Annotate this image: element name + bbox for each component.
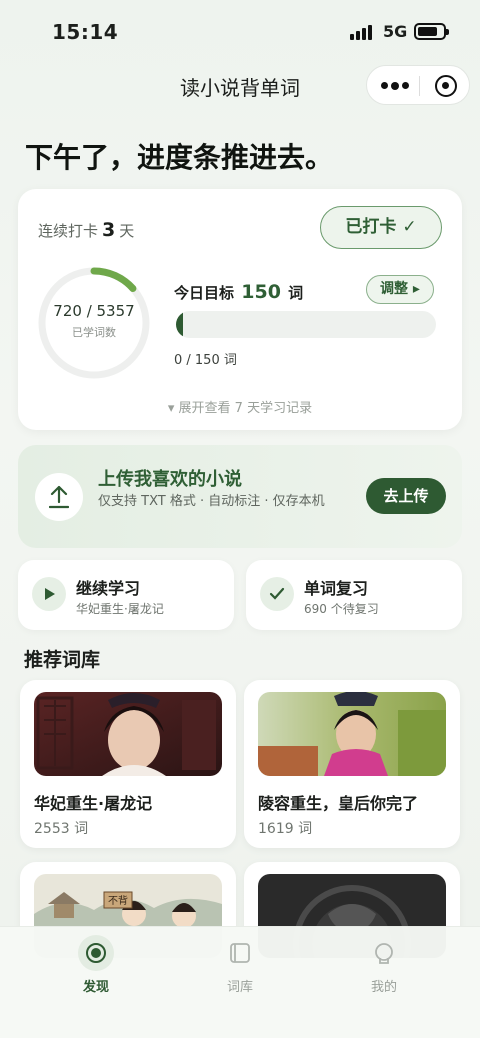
goal-value: 150 [241,281,281,303]
learned-count: 720 / 5357 [53,302,135,320]
close-miniprogram-icon[interactable] [435,75,457,97]
adjust-goal-button[interactable]: 调整 ▸ [366,275,434,304]
word-review-card[interactable]: 单词复习 690 个待复习 [246,560,462,630]
today-progress-bar [176,311,436,338]
tab-bar: 发现 词库 我的 [0,926,480,1038]
upload-description: 仅支持 TXT 格式 · 自动标注 · 仅存本机 [98,494,325,509]
book-card[interactable]: 陵容重生，皇后你完了 1619 词 [244,680,460,848]
book-title: 华妃重生·屠龙记 [34,794,153,813]
profile-icon [366,935,402,971]
tab-library-label: 词库 [226,980,253,995]
streak-days: 3 [102,219,116,241]
book-word-count: 1619 词 [258,821,313,837]
signal-icon [350,24,376,40]
tab-library[interactable]: 词库 [185,927,295,1007]
expand-history-link[interactable]: ▾ 展开查看 7 天学习记录 [18,397,462,416]
book-title: 陵容重生，皇后你完了 [258,794,419,813]
book-cover-image [34,692,222,776]
discover-icon [78,935,114,971]
continue-learning-subtitle: 华妃重生·屠龙记 [76,602,164,616]
daily-goal: 今日目标 150 词 [174,281,303,303]
greeting-text: 下午了，进度条推进去。 [25,141,334,174]
continue-learning-title: 继续学习 [76,579,141,598]
go-upload-button[interactable]: 去上传 [366,478,446,514]
continue-learning-card[interactable]: 继续学习 华妃重生·屠龙记 [18,560,234,630]
book-word-count: 2553 词 [34,821,89,837]
streak-prefix: 连续打卡 [38,222,99,240]
streak-text: 连续打卡 3 天 [38,219,134,241]
play-icon [32,577,66,611]
tab-discover-label: 发现 [82,980,109,995]
goal-suffix: 词 [288,284,304,302]
book-cover-image [258,692,446,776]
battery-icon [414,23,449,40]
streak-suffix: 天 [119,222,135,240]
section-title: 推荐词库 [24,649,101,671]
today-count: 0 / 150 词 [174,353,237,368]
upload-title: 上传我喜欢的小说 [98,469,242,490]
ring-label: 720 / 5357 已学词数 [36,302,152,340]
word-review-subtitle: 690 个待复习 [304,602,379,616]
word-review-title: 单词复习 [304,579,369,598]
book-card[interactable]: 华妃重生·屠龙记 2553 词 [20,680,236,848]
check-icon [260,577,294,611]
goal-prefix: 今日目标 [174,284,235,302]
upload-icon [35,473,83,521]
capsule-divider [419,76,420,96]
tab-profile-label: 我的 [370,980,397,995]
learned-label: 已学词数 [72,326,116,339]
upload-card[interactable]: 上传我喜欢的小说 仅支持 TXT 格式 · 自动标注 · 仅存本机 去上传 [18,445,462,548]
checked-in-button[interactable]: 已打卡 ✓ [320,206,442,249]
network-label: 5G [383,22,408,41]
more-icon[interactable] [381,81,409,90]
cover-sign-text: 不背 [108,894,128,907]
tab-discover[interactable]: 发现 [41,927,151,1007]
library-icon [222,935,258,971]
progress-card: 连续打卡 3 天 已打卡 ✓ 720 / 5357 已学词数 今日目标 150 词 … [18,189,462,430]
status-time: 15:14 [52,20,119,44]
tab-profile[interactable]: 我的 [329,927,439,1007]
today-progress-fill [176,311,183,338]
mini-program-capsule [366,65,470,105]
status-bar: 15:14 5G [0,0,480,64]
